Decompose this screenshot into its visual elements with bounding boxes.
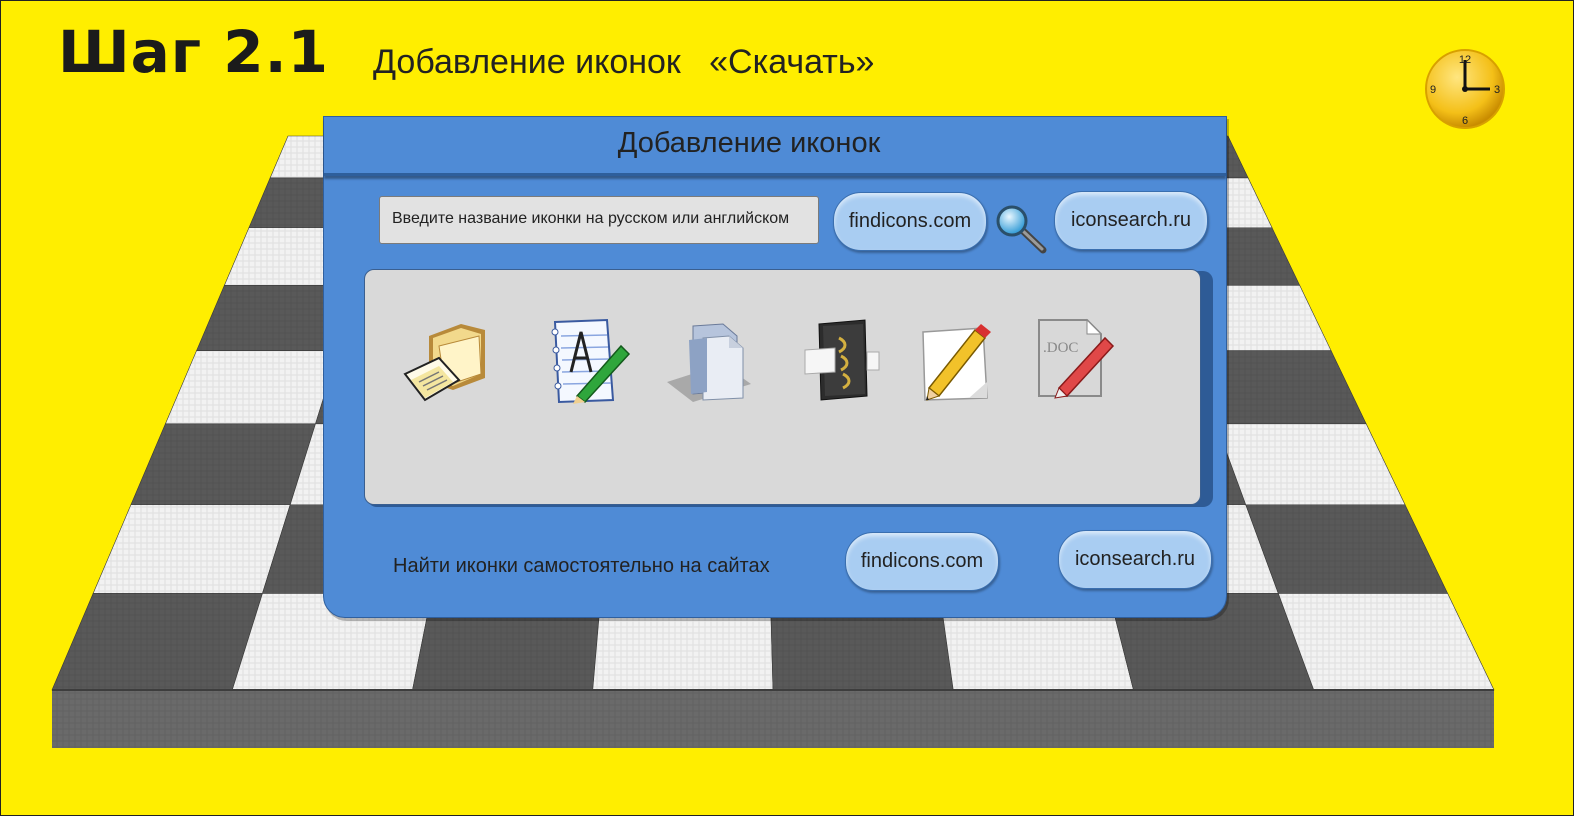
dialog-title: Добавление иконок — [617, 127, 881, 159]
board-cell-texture — [165, 350, 339, 424]
icon-gallery: .DOC — [364, 269, 1201, 505]
step-title: Шаг 2.1 — [58, 18, 330, 86]
documents-icon[interactable] — [663, 316, 755, 406]
pencil-note-icon[interactable] — [909, 316, 1001, 406]
board-cell-texture — [1245, 504, 1448, 594]
board-cell-texture — [93, 504, 291, 594]
clock-number-3: 3 — [1494, 84, 1500, 96]
iconsearch-search-button[interactable]: iconsearch.ru — [1054, 191, 1208, 250]
dialog-header: Добавление иконок — [324, 117, 1226, 176]
text-editor-icon[interactable] — [541, 316, 633, 406]
board-cell-texture — [1278, 593, 1494, 690]
findicons-link-button[interactable]: findicons.com — [845, 532, 999, 591]
doc-file-icon[interactable]: .DOC — [1029, 316, 1121, 406]
board-cell-texture — [1216, 423, 1406, 505]
clock-number-6: 6 — [1462, 115, 1468, 127]
iconsearch-link-button[interactable]: iconsearch.ru — [1058, 530, 1212, 589]
clock-number-9: 9 — [1430, 84, 1436, 96]
binder-icon[interactable] — [795, 316, 887, 406]
folder-documents-icon[interactable] — [399, 316, 491, 406]
clock-number-12: 12 — [1459, 54, 1471, 66]
page-subtitle: Добавление иконок «Скачать» — [373, 43, 875, 81]
icon-search-input[interactable]: Введите название иконки на русском или а… — [379, 196, 819, 244]
magnifier-icon[interactable] — [994, 203, 1050, 255]
add-icons-dialog: Добавление иконок Введите название иконк… — [323, 116, 1227, 618]
find-icons-label: Найти иконки самостоятельно на сайтах — [393, 555, 770, 577]
clock-icon: 12 3 6 9 — [1425, 49, 1505, 129]
board-cell-texture — [52, 593, 263, 690]
board-cell-texture — [130, 423, 316, 505]
doc-file-label: .DOC — [1043, 340, 1078, 356]
findicons-search-button[interactable]: findicons.com — [833, 192, 987, 251]
